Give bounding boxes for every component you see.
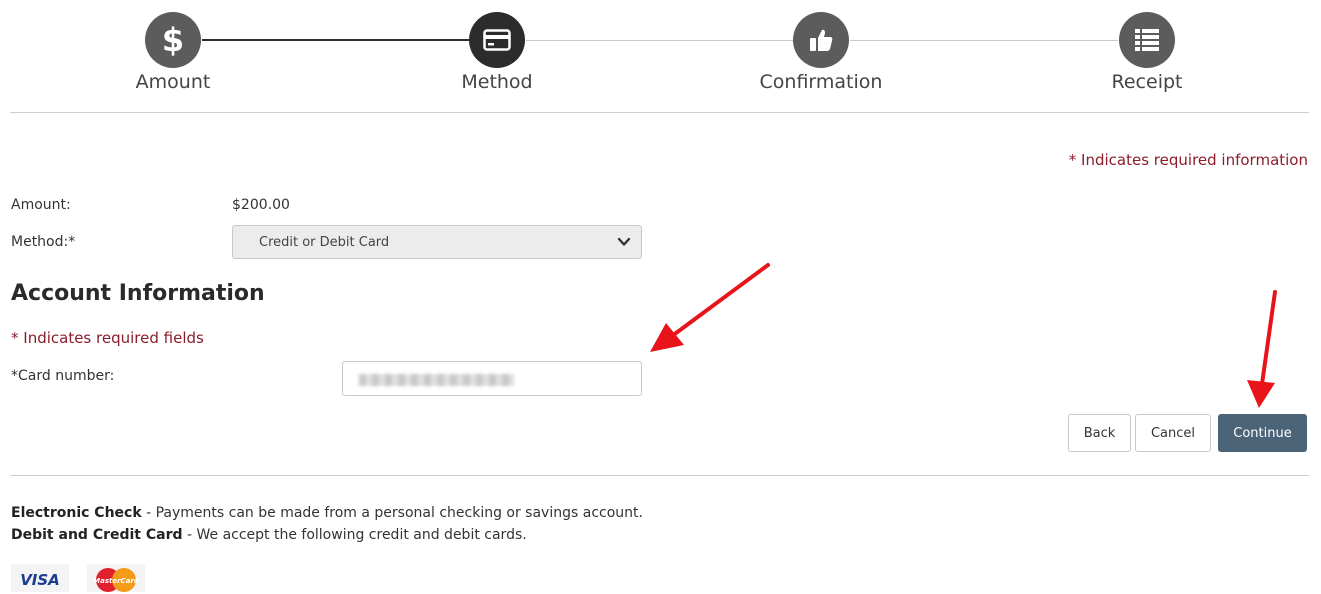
visa-text: VISA <box>20 571 60 589</box>
amount-label: Amount: <box>11 197 71 213</box>
step-confirmation: Confirmation <box>721 12 921 96</box>
continue-button[interactable]: Continue <box>1218 414 1307 452</box>
step-label: Confirmation <box>759 71 883 93</box>
thumbs-up-icon <box>793 12 849 68</box>
header-divider <box>10 112 1309 113</box>
progress-stepper: $ Amount Method Confirmation Receipt <box>0 0 1321 112</box>
step-receipt: Receipt <box>1047 12 1247 96</box>
card-info: Debit and Credit Card - We accept the fo… <box>11 527 527 543</box>
step-method: Method <box>397 12 597 96</box>
electronic-check-title: Electronic Check <box>11 505 142 521</box>
method-selected-value: Credit or Debit Card <box>259 234 390 250</box>
step-amount: $ Amount <box>73 12 273 96</box>
method-select[interactable]: Credit or Debit Card <box>232 225 642 259</box>
mastercard-logo: MasterCard <box>87 564 145 592</box>
required-information-note: * Indicates required information <box>1068 151 1308 169</box>
method-label: Method:* <box>11 234 76 250</box>
required-fields-note: * Indicates required fields <box>11 329 204 347</box>
card-info-text: - We accept the following credit and deb… <box>182 527 527 543</box>
chevron-down-icon <box>617 237 631 246</box>
step-label: Receipt <box>1111 71 1183 93</box>
back-button[interactable]: Back <box>1068 414 1131 452</box>
step-label: Method <box>461 71 533 93</box>
credit-card-icon <box>469 12 525 68</box>
visa-logo: VISA <box>11 564 69 592</box>
content-divider <box>10 475 1309 476</box>
electronic-check-text: - Payments can be made from a personal c… <box>141 505 643 521</box>
dollar-icon: $ <box>145 12 201 68</box>
card-info-title: Debit and Credit Card <box>11 527 183 543</box>
card-number-redacted <box>359 374 514 386</box>
electronic-check-info: Electronic Check - Payments can be made … <box>11 505 643 521</box>
card-number-input[interactable] <box>342 361 642 396</box>
mastercard-text: MasterCard <box>93 577 140 585</box>
svg-text:$: $ <box>162 22 184 58</box>
arrow-to-card-number <box>650 263 770 352</box>
step-label: Amount <box>135 71 211 93</box>
card-number-label: *Card number: <box>11 368 115 384</box>
account-information-heading: Account Information <box>11 281 265 306</box>
amount-value: $200.00 <box>232 197 290 213</box>
arrow-to-continue <box>1247 290 1277 408</box>
cancel-button[interactable]: Cancel <box>1135 414 1211 452</box>
list-icon <box>1119 12 1175 68</box>
